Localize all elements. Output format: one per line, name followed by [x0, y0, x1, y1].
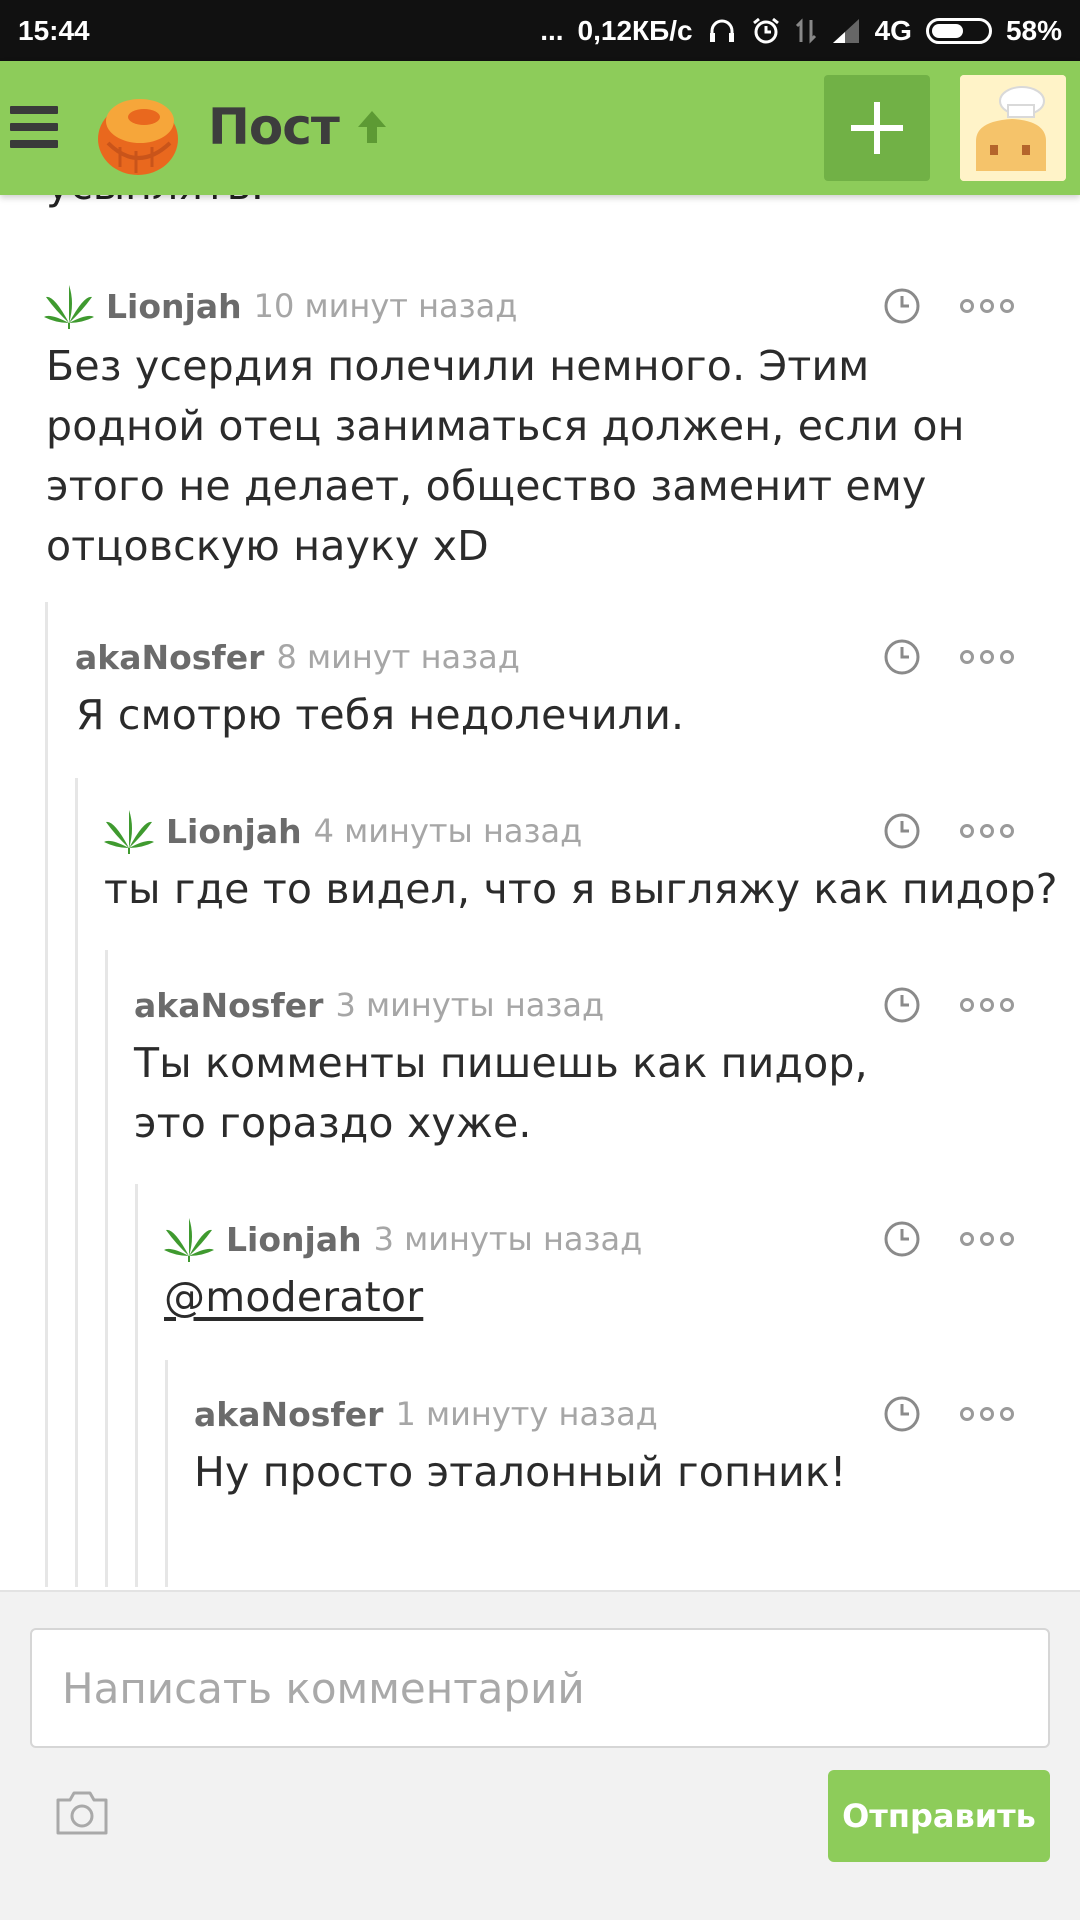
hamburger-icon[interactable] [10, 99, 66, 155]
status-dots: ... [540, 14, 564, 46]
mention-link[interactable]: @moderator [164, 1273, 423, 1321]
plus-icon [851, 102, 903, 154]
clock-icon[interactable] [882, 1394, 922, 1434]
comment: Lionjah 4 минуты назад ты где то видел, … [0, 803, 1080, 933]
comment-text: Ну просто эталонный гопник! [194, 1448, 847, 1496]
data-arrows-icon [795, 16, 817, 46]
comment-time: 3 минуты назад [335, 986, 605, 1024]
comment-meta: Lionjah 3 минуты назад [164, 1211, 642, 1267]
comments-list: усыплять. Lionjah 10 минут назад Без усе… [0, 195, 1080, 1590]
comment-meta: akaNosfer 3 минуты назад [134, 977, 604, 1033]
comment-time: 4 минуты назад [313, 812, 583, 850]
user-avatar[interactable] [960, 75, 1066, 181]
more-dots-icon[interactable] [960, 1407, 1014, 1421]
comment-meta: akaNosfer 8 минут назад [75, 629, 520, 685]
comment-time: 10 минут назад [253, 287, 518, 325]
camera-icon[interactable] [52, 1788, 112, 1838]
comment-composer: Отправить [0, 1590, 1080, 1920]
comment-time: 8 минут назад [276, 638, 520, 676]
comment-time: 1 минуту назад [395, 1395, 658, 1433]
comment-meta: Lionjah 4 минуты назад [104, 803, 582, 859]
comment-text: Я смотрю тебя недолечили. [76, 691, 685, 739]
comment-actions [882, 637, 1014, 677]
battery-icon [925, 17, 992, 44]
signal-icon [831, 17, 861, 45]
arrow-up-icon[interactable] [353, 107, 391, 147]
comment-author[interactable]: Lionjah [166, 812, 302, 851]
comment-text: Ты комменты пишешь как пидор, это горазд… [134, 1039, 868, 1147]
more-dots-icon[interactable] [960, 998, 1014, 1012]
clock-icon[interactable] [882, 637, 922, 677]
comment: Lionjah 10 минут назад Без усердия полеч… [0, 278, 1080, 570]
comment-author[interactable]: akaNosfer [134, 986, 323, 1025]
app-bar: Пост [0, 61, 1080, 195]
more-dots-icon[interactable] [960, 824, 1014, 838]
status-bar: 15:44 ... 0,12КБ/с 4G 58% [0, 0, 1080, 61]
comment-time: 3 минуты назад [373, 1220, 643, 1258]
comment-author[interactable]: Lionjah [226, 1220, 362, 1259]
clock-icon[interactable] [882, 811, 922, 851]
send-button[interactable]: Отправить [828, 1770, 1050, 1862]
comment-author[interactable]: Lionjah [106, 287, 242, 326]
comment-actions [882, 811, 1014, 851]
alarm-icon [751, 16, 781, 46]
leaf-icon [44, 283, 94, 329]
more-dots-icon[interactable] [960, 299, 1014, 313]
status-indicators: ... 0,12КБ/с 4G 58% [540, 15, 1062, 47]
pikabu-logo[interactable] [86, 81, 186, 181]
clock-icon[interactable] [882, 985, 922, 1025]
comment-meta: Lionjah 10 минут назад [44, 278, 517, 334]
post-text-tail: усыплять. [46, 195, 264, 209]
comment-input[interactable] [30, 1628, 1050, 1748]
leaf-icon [164, 1216, 214, 1262]
comment-actions [882, 286, 1014, 326]
network-type: 4G [874, 14, 912, 46]
title-wrap: Пост [208, 87, 391, 167]
battery-fill [931, 23, 964, 38]
comment-actions [882, 1394, 1014, 1434]
headphones-icon [707, 16, 737, 46]
comment: akaNosfer 8 минут назад Я смотрю тебя не… [0, 629, 1080, 759]
leaf-icon [104, 808, 154, 854]
comment-author[interactable]: akaNosfer [75, 638, 264, 677]
comment-meta: akaNosfer 1 минуту назад [194, 1386, 658, 1442]
comment-text: ты где то видел, что я выгляжу как пидор… [104, 865, 1058, 913]
net-speed: 0,12КБ/с [577, 14, 693, 46]
more-dots-icon[interactable] [960, 1232, 1014, 1246]
more-dots-icon[interactable] [960, 650, 1014, 664]
comment-author[interactable]: akaNosfer [194, 1395, 383, 1434]
comment: akaNosfer 1 минуту назад Ну просто этало… [0, 1386, 1080, 1516]
status-time: 15:44 [18, 14, 90, 46]
battery-percent: 58% [1005, 14, 1062, 46]
clock-icon[interactable] [882, 286, 922, 326]
comment-text: @moderator [164, 1267, 1024, 1327]
comment: akaNosfer 3 минуты назад Ты комменты пиш… [0, 977, 1080, 1167]
add-post-button[interactable] [824, 75, 930, 181]
page-title: Пост [208, 98, 340, 156]
comment-actions [882, 1219, 1014, 1259]
comment: Lionjah 3 минуты назад @moderator [0, 1211, 1080, 1341]
clock-icon[interactable] [882, 1219, 922, 1259]
comment-actions [882, 985, 1014, 1025]
comment-text: Без усердия полечили немного. Этим родно… [46, 342, 965, 570]
